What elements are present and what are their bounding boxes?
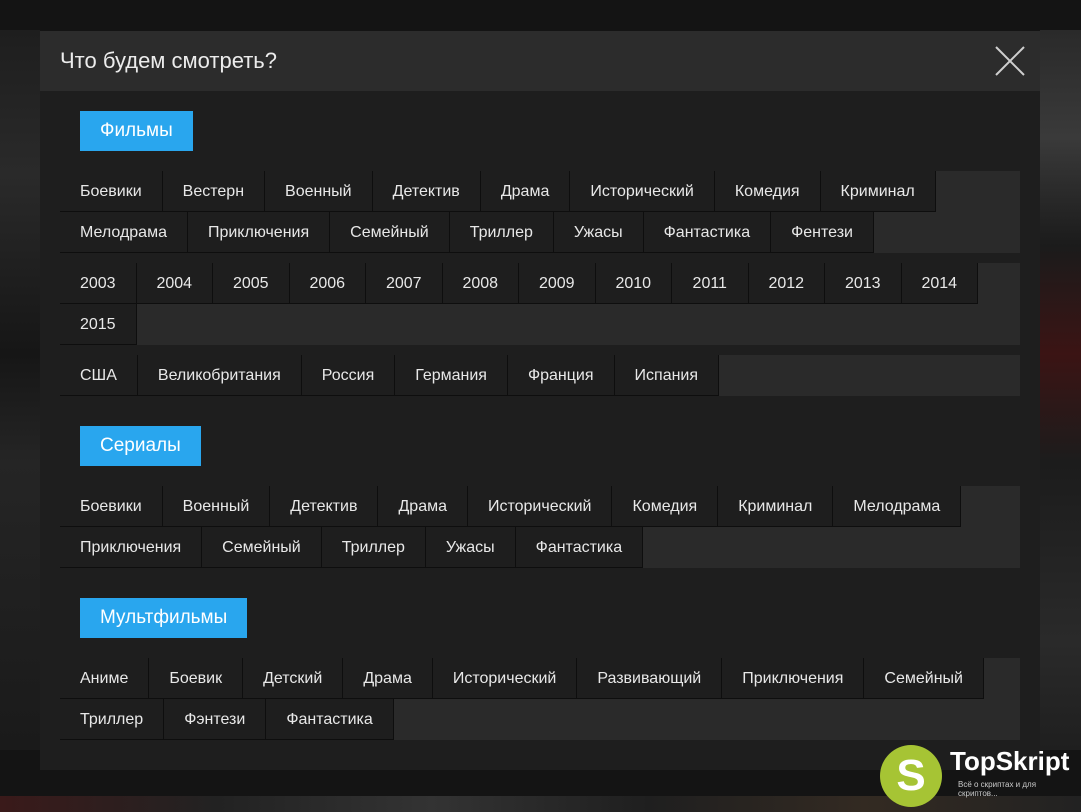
films-year-chip[interactable]: 2011	[672, 263, 749, 304]
series-genres-group: Боевики Военный Детектив Драма Исторический К…	[60, 486, 1020, 568]
films-year-chip[interactable]: 2015	[60, 304, 137, 345]
films-year-chip[interactable]: 2004	[136, 263, 213, 304]
films-countries-group: США Великобритания Россия Германия Франция Ис…	[60, 355, 1020, 396]
series-genre-chip[interactable]: Военный	[162, 486, 271, 527]
series-genre-chip[interactable]: Боевики	[60, 486, 163, 527]
cartoons-genres-group: Аниме Боевик Детский Драма Исторический Разви…	[60, 658, 1020, 740]
cartoons-genre-chip[interactable]: Фэнтези	[164, 699, 267, 740]
films-genre-chip[interactable]: Боевики	[60, 171, 163, 212]
films-year-chip[interactable]: 2010	[595, 263, 672, 304]
series-genre-chip[interactable]: Приключения	[60, 527, 203, 568]
films-country-chip[interactable]: Франция	[507, 355, 615, 396]
films-genre-chip[interactable]: Ужасы	[553, 212, 644, 253]
films-genre-chip[interactable]: Криминал	[820, 171, 936, 212]
cartoons-genre-chip[interactable]: Фантастика	[266, 699, 394, 740]
cartoons-genre-chip[interactable]: Семейный	[864, 658, 984, 699]
films-year-chip[interactable]: 2013	[825, 263, 902, 304]
films-genre-chip[interactable]: Детектив	[372, 171, 481, 212]
logo-tagline: Всё о скриптах и для скриптов...	[958, 780, 1037, 798]
series-genre-chip[interactable]: Детектив	[270, 486, 379, 527]
cartoons-genre-chip[interactable]: Триллер	[60, 699, 165, 740]
films-genre-chip[interactable]: Комедия	[714, 171, 821, 212]
series-genre-chip[interactable]: Драма	[378, 486, 468, 527]
films-year-chip[interactable]: 2006	[289, 263, 366, 304]
films-year-chip[interactable]: 2009	[519, 263, 596, 304]
series-genre-chip[interactable]: Криминал	[718, 486, 834, 527]
series-genre-chip[interactable]: Ужасы	[425, 527, 516, 568]
cartoons-genre-chip[interactable]: Развивающий	[577, 658, 723, 699]
series-genre-chip[interactable]: Исторический	[467, 486, 613, 527]
films-genre-chip[interactable]: Семейный	[330, 212, 450, 253]
genre-modal: Что будем смотреть? Фильмы Боевики Вестер…	[40, 31, 1040, 770]
films-year-chip[interactable]: 2007	[366, 263, 443, 304]
topskript-watermark: S TopSkript Всё о скриптах и для скрипто…	[880, 742, 1075, 807]
films-genre-chip[interactable]: Мелодрама	[60, 212, 188, 253]
films-year-chip[interactable]: 2014	[901, 263, 978, 304]
series-genre-chip[interactable]: Фантастика	[515, 527, 644, 568]
series-genre-chip[interactable]: Триллер	[321, 527, 426, 568]
cartoons-genre-chip[interactable]: Аниме	[60, 658, 150, 699]
modal-header: Что будем смотреть?	[40, 31, 1040, 91]
series-section-button[interactable]: Сериалы	[80, 426, 201, 466]
films-country-chip[interactable]: Германия	[395, 355, 508, 396]
films-year-chip[interactable]: 2005	[213, 263, 290, 304]
cartoons-genre-chip[interactable]: Драма	[343, 658, 433, 699]
films-genre-chip[interactable]: Драма	[480, 171, 571, 212]
films-genre-chip[interactable]: Приключения	[187, 212, 331, 253]
films-genre-chip[interactable]: Вестерн	[162, 171, 266, 212]
cartoons-genre-chip[interactable]: Детский	[243, 658, 344, 699]
cartoons-genre-chip[interactable]: Боевик	[149, 658, 244, 699]
films-year-chip[interactable]: 2003	[60, 263, 137, 304]
cartoons-genre-chip[interactable]: Исторический	[432, 658, 578, 699]
films-country-chip[interactable]: Испания	[614, 355, 720, 396]
films-genre-chip[interactable]: Фентези	[771, 212, 874, 253]
background-poster-right	[1040, 30, 1081, 750]
films-country-chip[interactable]: Россия	[301, 355, 396, 396]
cartoons-genre-chip[interactable]: Приключения	[722, 658, 865, 699]
films-country-chip[interactable]: США	[60, 355, 138, 396]
films-year-chip[interactable]: 2012	[748, 263, 825, 304]
films-genres-group: Боевики Вестерн Военный Детектив Драма Истори…	[60, 171, 1020, 253]
series-genre-chip[interactable]: Семейный	[202, 527, 322, 568]
films-genre-chip[interactable]: Триллер	[449, 212, 554, 253]
films-genre-chip[interactable]: Фантастика	[643, 212, 772, 253]
films-section-button[interactable]: Фильмы	[80, 111, 193, 151]
series-genre-chip[interactable]: Комедия	[612, 486, 719, 527]
background-poster-left	[0, 30, 40, 750]
films-country-chip[interactable]: Великобритания	[137, 355, 302, 396]
films-genre-chip[interactable]: Военный	[265, 171, 373, 212]
films-year-chip[interactable]: 2008	[442, 263, 519, 304]
cartoons-section-button[interactable]: Мультфильмы	[80, 598, 248, 638]
films-years-group: 2003 2004 2005 2006 2007 2008 2009 2010 2011 2012…	[60, 263, 1020, 345]
close-icon[interactable]	[994, 45, 1026, 77]
logo-s-icon: S	[880, 745, 942, 807]
series-genre-chip[interactable]: Мелодрама	[833, 486, 962, 527]
films-genre-chip[interactable]: Исторический	[570, 171, 715, 212]
logo-name: TopSkript	[950, 746, 1070, 776]
modal-title: Что будем смотреть?	[60, 48, 278, 73]
